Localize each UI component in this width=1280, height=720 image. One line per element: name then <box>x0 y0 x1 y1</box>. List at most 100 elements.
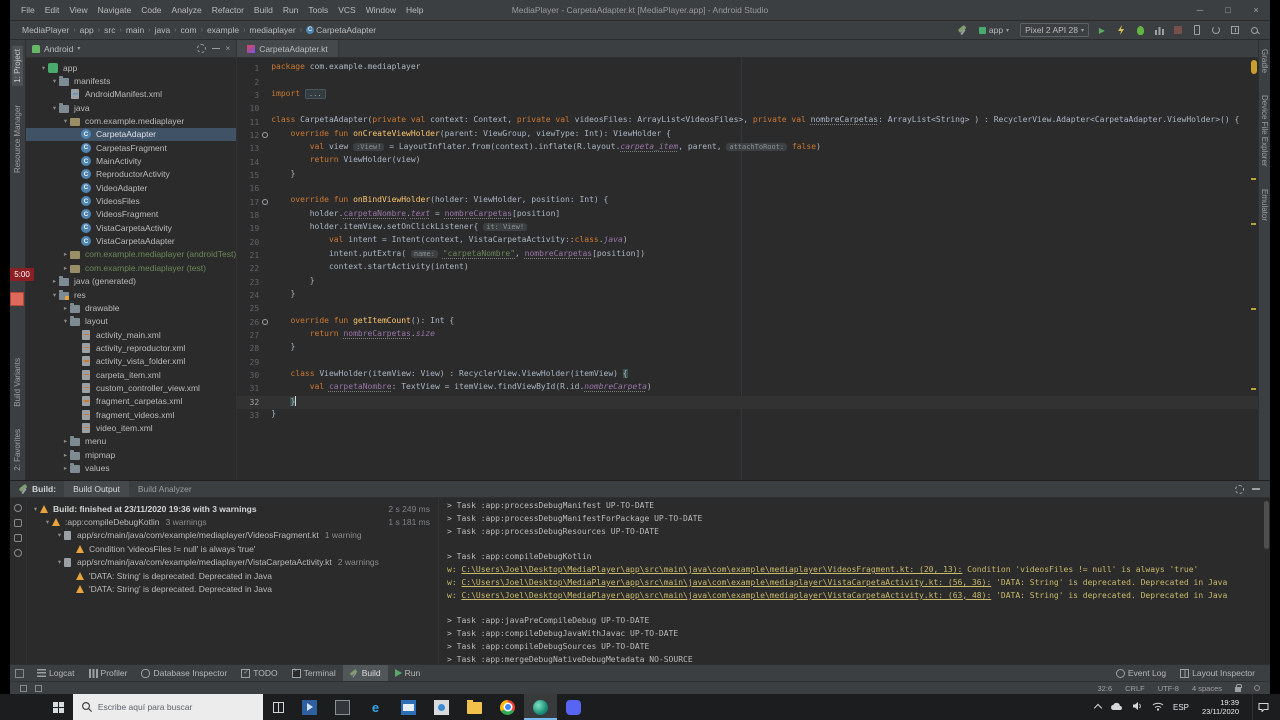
gutter-line-number[interactable]: 12 <box>237 129 271 142</box>
code-line[interactable] <box>271 102 1258 115</box>
tree-expand-icon[interactable]: ▸ <box>61 304 70 312</box>
gutter-line-number[interactable]: 24 <box>237 289 271 302</box>
tab-build-output[interactable]: Build Output <box>64 481 129 497</box>
code-line[interactable]: val intent = Intent(context, VistaCarpet… <box>271 235 1258 248</box>
tree-expand-icon[interactable]: ▾ <box>50 77 59 85</box>
project-tree-item[interactable]: C VideosFragment <box>26 208 236 221</box>
project-tree-item[interactable]: ▾ com.example.mediaplayer <box>26 114 236 127</box>
code-line[interactable]: holder.carpetaNombre.text = nombreCarpet… <box>271 209 1258 222</box>
screen-recorder-button[interactable] <box>10 292 24 306</box>
project-tree-item[interactable]: activity_reproductor.xml <box>26 341 236 354</box>
breadcrumb-item[interactable]: example <box>207 25 239 35</box>
tree-expand-icon[interactable]: ▾ <box>61 317 70 325</box>
readonly-lock-icon[interactable] <box>1235 684 1242 692</box>
build-tree-item[interactable]: 'DATA: String' is deprecated. Deprecated… <box>27 582 438 595</box>
run-config-selector[interactable]: app ▾ <box>975 24 1013 36</box>
code-line[interactable] <box>271 356 1258 369</box>
menu-run[interactable]: Run <box>278 5 304 15</box>
toolwindow-database-inspector[interactable]: Database Inspector <box>134 665 234 681</box>
gutter-line-number[interactable]: 25 <box>237 302 271 315</box>
task-view-button[interactable] <box>263 694 293 720</box>
filter-icon[interactable] <box>14 549 22 557</box>
code-line[interactable]: intent.putExtra( name: "carpetaNombre", … <box>271 249 1258 262</box>
build-hammer-icon[interactable] <box>956 24 968 36</box>
code-line[interactable]: val view :View! = LayoutInflater.from(co… <box>271 142 1258 155</box>
gutter-line-number[interactable]: 26 <box>237 316 271 329</box>
project-tree-item[interactable]: ▸ java (generated) <box>26 275 236 288</box>
project-tree-item[interactable]: ▾ app <box>26 61 236 74</box>
network-wifi-icon[interactable] <box>1152 698 1164 716</box>
tree-expand-icon[interactable]: ▸ <box>50 277 59 285</box>
gutter-line-number[interactable]: 14 <box>237 155 271 168</box>
tab-build-analyzer[interactable]: Build Analyzer <box>129 481 201 497</box>
menu-code[interactable]: Code <box>136 5 166 15</box>
expand-all-icon[interactable] <box>14 519 22 527</box>
project-tree-item[interactable]: C VistaCarpetaActivity <box>26 221 236 234</box>
status-left-icon[interactable] <box>20 684 27 692</box>
code-line[interactable]: } <box>271 409 1258 422</box>
taskbar-app-photos[interactable] <box>425 694 458 720</box>
project-tree-item[interactable]: AndroidManifest.xml <box>26 88 236 101</box>
tree-expand-icon[interactable]: ▸ <box>61 437 70 445</box>
tray-expand-icon[interactable] <box>1093 703 1103 713</box>
tool-strip-device-file-explorer[interactable]: Device File Explorer <box>1259 92 1270 170</box>
project-tree-item[interactable]: fragment_carpetas.xml <box>26 395 236 408</box>
tree-expand-icon[interactable]: ▸ <box>61 264 70 272</box>
build-tree-item[interactable]: 'DATA: String' is deprecated. Deprecated… <box>27 569 438 582</box>
breadcrumb-item[interactable]: mediaplayer <box>249 25 295 35</box>
gutter-line-number[interactable]: 10 <box>237 102 271 115</box>
toolwindow-build[interactable]: Build <box>342 665 388 681</box>
tree-expand-icon[interactable]: ▾ <box>55 531 64 539</box>
gutter-line-number[interactable]: 13 <box>237 142 271 155</box>
code-line[interactable]: val carpetaNombre: TextView = itemView.f… <box>271 382 1258 395</box>
gutter-line-number[interactable]: 2 <box>237 75 271 88</box>
menu-refactor[interactable]: Refactor <box>207 5 249 15</box>
project-tree-item[interactable]: C VideosFiles <box>26 194 236 207</box>
code-area[interactable]: package com.example.mediaplayer import ..… <box>271 58 1258 480</box>
search-input[interactable] <box>97 702 255 712</box>
breadcrumb-item[interactable]: com <box>181 25 197 35</box>
maximize-button[interactable]: □ <box>1214 0 1242 20</box>
project-tree-item[interactable]: ▸ drawable <box>26 301 236 314</box>
project-tree-item[interactable]: activity_main.xml <box>26 328 236 341</box>
project-tree-item[interactable]: ▸ values <box>26 461 236 474</box>
build-tree-item[interactable]: ▾:app:compileDebugKotlin 3 warnings 1 s 18… <box>27 515 438 528</box>
taskbar-clock[interactable]: 19:39 23/11/2020 <box>1198 698 1243 716</box>
run-button[interactable]: ▶ <box>1096 24 1108 36</box>
project-tree-item[interactable]: ▸ com.example.mediaplayer (androidTest) <box>26 248 236 261</box>
gutter-line-number[interactable]: 21 <box>237 249 271 262</box>
tree-expand-icon[interactable]: ▾ <box>50 104 59 112</box>
gutter-line-number[interactable]: 31 <box>237 382 271 395</box>
taskbar-app-explorer[interactable] <box>458 694 491 720</box>
gutter-line-number[interactable]: 27 <box>237 329 271 342</box>
toolwindow-run[interactable]: Run <box>388 665 428 681</box>
device-selector[interactable]: Pixel 2 API 28 ▾ <box>1020 23 1089 37</box>
project-tree-item[interactable]: video_item.xml <box>26 421 236 434</box>
project-tree-item[interactable]: C CarpetaAdapter <box>26 127 237 142</box>
gutter-line-number[interactable]: 3 <box>237 89 271 102</box>
tree-expand-icon[interactable]: ▾ <box>31 505 40 513</box>
console-scrollbar[interactable] <box>1264 501 1269 549</box>
stop-button[interactable] <box>1172 24 1184 36</box>
volume-icon[interactable] <box>1132 698 1143 716</box>
taskbar-app-androidstudio[interactable] <box>524 694 557 720</box>
gutter-line-number[interactable]: 17 <box>237 195 271 208</box>
project-tree-item[interactable]: ▸ menu <box>26 435 236 448</box>
debug-button[interactable] <box>1134 24 1146 36</box>
console-file-link[interactable]: C:\Users\Joel\Desktop\MediaPlayer\app\sr… <box>461 578 991 587</box>
rerun-build-icon[interactable] <box>14 504 22 512</box>
toolwindow-todo[interactable]: TODO <box>234 665 284 681</box>
gutter-line-number[interactable]: 19 <box>237 222 271 235</box>
code-line[interactable]: holder.itemView.setOnClickListener{ it: … <box>271 222 1258 235</box>
search-everywhere-icon[interactable] <box>1248 24 1260 36</box>
hide-panel-icon[interactable]: × <box>226 44 231 53</box>
tree-expand-icon[interactable]: ▾ <box>43 518 52 526</box>
code-line[interactable]: package com.example.mediaplayer <box>271 62 1258 75</box>
settings-gear-icon[interactable] <box>196 44 206 53</box>
project-view-selector[interactable]: Android ▾ <box>32 44 80 54</box>
apply-changes-icon[interactable] <box>1115 24 1127 36</box>
project-tree-item[interactable]: C CarpetasFragment <box>26 141 236 154</box>
avd-manager-button[interactable] <box>1191 24 1203 36</box>
code-line[interactable]: } <box>271 342 1258 355</box>
project-tree-item[interactable]: ▾ layout <box>26 315 236 328</box>
